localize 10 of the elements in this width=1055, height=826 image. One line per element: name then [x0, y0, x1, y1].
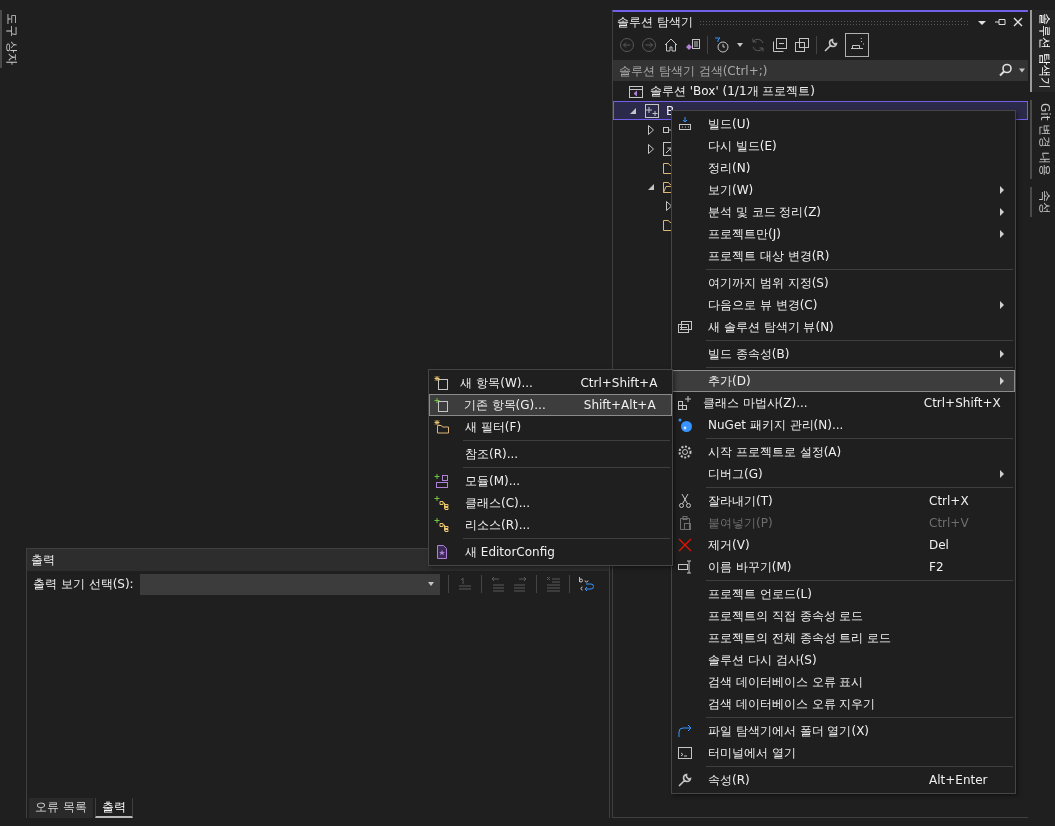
- shortcut-text: Ctrl+Shift+X: [923, 396, 1001, 410]
- shortcut-text: Ctrl+V: [929, 516, 970, 530]
- shortcut-text: Del: [929, 538, 950, 552]
- shortcut-text: Ctrl+Shift+A: [580, 376, 658, 390]
- panel-title: 솔루션 탐색기: [617, 13, 693, 31]
- shortcut-text: Shift+Alt+A: [583, 398, 656, 412]
- shortcut-text: F2: [929, 560, 945, 574]
- shortcut-text: Ctrl+X: [929, 494, 970, 508]
- shortcut-text: Alt+Enter: [929, 773, 989, 787]
- field-label: 출력 보기 선택(S):: [33, 575, 134, 593]
